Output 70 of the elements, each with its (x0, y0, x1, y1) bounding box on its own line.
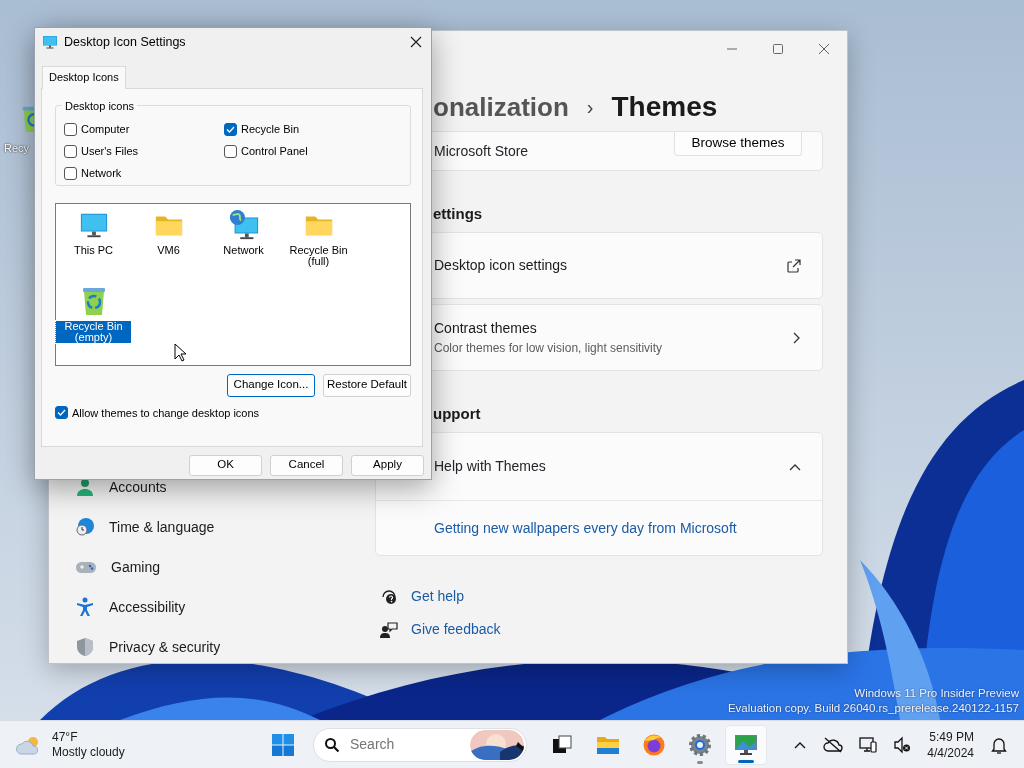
checkbox-label[interactable]: Allow themes to change desktop icons (72, 404, 260, 421)
page-title: Themes (611, 90, 718, 124)
dialog-button[interactable]: Restore Default (323, 373, 411, 397)
checkbox[interactable] (224, 145, 237, 158)
dialog-button[interactable]: Change Icon... (227, 373, 315, 397)
sidebar-item[interactable]: Accessibility (49, 587, 375, 627)
checkbox-label[interactable]: Control Panel (241, 143, 308, 160)
icon-label[interactable]: Recycle Bin (empty) (56, 320, 131, 343)
monitor-icon (42, 34, 58, 50)
weather-condition: Mostly cloudy (52, 744, 125, 760)
search-bar[interactable]: Search (313, 727, 527, 762)
link[interactable]: Getting new wallpapers every day from Microsoft (434, 517, 737, 539)
watermark-text: Evaluation copy. Build 26040.rs_prerelease.240122-1157 (727, 701, 1019, 716)
card-subtitle: Color themes for low vision, light sensitivity (434, 340, 663, 357)
network-icon[interactable] (859, 735, 878, 754)
weather-temperature: 47°F (52, 729, 79, 745)
checkbox-label[interactable]: Computer (81, 121, 130, 138)
section-heading: upport (432, 403, 482, 424)
dialog-button[interactable]: Cancel (270, 454, 343, 476)
breadcrumb-link[interactable]: onalization (433, 87, 569, 127)
search-field[interactable]: Search (350, 734, 460, 755)
taskbar-button[interactable] (725, 724, 767, 765)
checkbox[interactable] (64, 123, 77, 136)
feedback-icon (380, 620, 398, 639)
accessibility-icon (75, 597, 95, 617)
section-heading: ettings (432, 203, 484, 224)
person-icon (75, 477, 95, 497)
icon-label[interactable]: Network (221, 244, 266, 256)
checkbox-label[interactable]: Network (81, 165, 122, 182)
task-view-icon (551, 733, 573, 756)
link[interactable]: Give feedback (411, 619, 501, 640)
external-link-icon (786, 257, 802, 274)
globe-clock-icon (75, 517, 95, 537)
shield-icon (75, 637, 95, 657)
volume-muted-icon[interactable] (893, 735, 912, 754)
clock-date: 4/4/2024 (927, 744, 974, 761)
icon-label[interactable]: Recycle Bin (full) (281, 244, 356, 267)
checkbox-label[interactable]: User's Files (81, 143, 139, 160)
sidebar-item[interactable]: Privacy & security (49, 627, 375, 667)
clock-time: 5:49 PM (928, 728, 974, 745)
card-title: Help with Themes (434, 457, 546, 476)
gear-icon (688, 732, 712, 757)
icon-label[interactable]: VM6 (155, 244, 182, 256)
windows-logo-icon (271, 732, 295, 757)
search-icon (324, 736, 340, 753)
breadcrumb-separator: › (586, 95, 594, 120)
card-title: Contrast themes (434, 319, 538, 338)
sidebar-item[interactable]: Gaming (49, 547, 375, 587)
checkbox[interactable] (64, 167, 77, 180)
tab[interactable]: Desktop Icons (42, 66, 126, 89)
checkbox[interactable] (224, 123, 237, 136)
cloud-off-icon[interactable] (823, 736, 844, 753)
dialog-button[interactable]: OK (189, 454, 262, 476)
help-icon (380, 587, 398, 606)
link[interactable]: Get help (411, 586, 464, 607)
pointer-icon (174, 342, 186, 362)
checkbox[interactable] (55, 406, 68, 420)
clock[interactable]: 5:49 PM 4/4/2024 (927, 728, 974, 761)
checkbox-label[interactable]: Recycle Bin (241, 121, 300, 138)
dialog-button[interactable]: Apply (351, 454, 424, 476)
browser-icon (642, 732, 666, 757)
checkbox[interactable] (64, 145, 77, 158)
watermark-text: Windows 11 Pro Insider Preview (853, 686, 1019, 701)
browse-themes-button[interactable]: Browse themes (674, 132, 802, 156)
window-title: Desktop Icon Settings (64, 33, 187, 51)
icon-label[interactable]: This PC (71, 244, 116, 256)
card-title: Microsoft Store (434, 141, 529, 161)
sidebar-item[interactable]: Time & language (49, 507, 375, 547)
card-title: Desktop icon settings (434, 256, 568, 275)
notification-icon[interactable] (990, 735, 1008, 754)
